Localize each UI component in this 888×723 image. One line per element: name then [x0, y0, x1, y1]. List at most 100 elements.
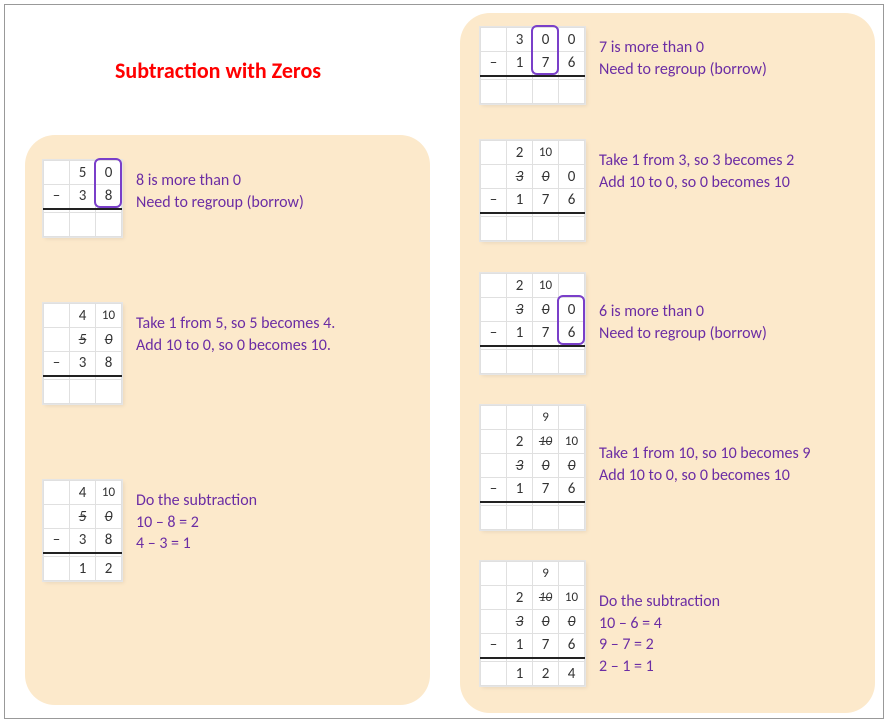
left-step-1-explain: 8 is more than 0 Need to regroup (borrow… — [136, 160, 304, 213]
cell — [559, 350, 585, 374]
cell: – — [481, 478, 507, 502]
cell: 1 — [507, 52, 533, 76]
cell: 8 — [96, 185, 122, 209]
cell — [44, 304, 70, 328]
cell: 4 — [559, 662, 585, 686]
cell — [481, 662, 507, 686]
left-step-2-explain: Take 1 from 5, so 5 becomes 4. Add 10 to… — [136, 303, 335, 356]
right-step-2-explain: Take 1 from 3, so 3 becomes 2 Add 10 to … — [599, 140, 794, 193]
cell — [559, 217, 585, 241]
cell — [507, 562, 533, 586]
cell: – — [481, 189, 507, 213]
cell: 1 — [507, 189, 533, 213]
cell: 3 — [70, 185, 96, 209]
cell: 0 — [533, 28, 559, 52]
cell: 0 — [559, 28, 585, 52]
cell — [44, 328, 70, 352]
page-frame: Subtraction with Zeros 50 –38 8 is more … — [4, 4, 884, 719]
cell: – — [44, 185, 70, 209]
cell — [507, 350, 533, 374]
cell: – — [44, 529, 70, 553]
cell: 0 — [96, 161, 122, 185]
cell: 6 — [559, 189, 585, 213]
cell — [70, 213, 96, 237]
left-step-2: 410 50 –38 Take 1 from 5, so 5 becomes 4… — [43, 303, 335, 404]
cell: 9 — [533, 562, 559, 586]
right-step-1-explain: 7 is more than 0 Need to regroup (borrow… — [599, 27, 767, 80]
cell: 7 — [533, 634, 559, 658]
right-step-2: 210 300 –176 Take 1 from 3, so 3 becomes… — [480, 140, 794, 241]
cell: 5 — [70, 505, 96, 529]
cell: – — [44, 352, 70, 376]
cell — [481, 454, 507, 478]
cell — [507, 80, 533, 104]
cell: 10 — [96, 304, 122, 328]
cell: 6 — [559, 322, 585, 346]
right-step-1-grid-wrap: 300 –176 — [480, 27, 585, 104]
cell: 0 — [96, 328, 122, 352]
cell: 7 — [533, 322, 559, 346]
cell — [481, 430, 507, 454]
cell — [559, 406, 585, 430]
cell: 2 — [96, 557, 122, 581]
cell: 10 — [559, 430, 585, 454]
right-step-4: 9 21010 300 –176 Take 1 from 10, so 10 b… — [480, 405, 810, 530]
cell — [559, 274, 585, 298]
cell — [481, 298, 507, 322]
cell — [70, 380, 96, 404]
cell — [507, 217, 533, 241]
cell — [96, 213, 122, 237]
cell — [559, 506, 585, 530]
left-step-3-grid: 410 50 –38 12 — [43, 480, 122, 581]
cell: 4 — [70, 481, 96, 505]
cell: 3 — [507, 28, 533, 52]
right-step-4-grid: 9 21010 300 –176 — [480, 405, 585, 530]
left-step-3-explain: Do the subtraction 10 – 8 = 2 4 – 3 = 1 — [136, 480, 257, 555]
cell — [481, 80, 507, 104]
cell: 0 — [533, 610, 559, 634]
cell: 6 — [559, 634, 585, 658]
cell: 3 — [507, 165, 533, 189]
cell: 8 — [96, 352, 122, 376]
cell: 10 — [533, 430, 559, 454]
cell: 1 — [70, 557, 96, 581]
cell: 5 — [70, 161, 96, 185]
cell: – — [481, 322, 507, 346]
cell: 8 — [96, 529, 122, 553]
cell: 3 — [507, 454, 533, 478]
left-step-1: 50 –38 8 is more than 0 Need to regroup … — [43, 160, 304, 237]
cell — [559, 141, 585, 165]
right-step-4-explain: Take 1 from 10, so 10 becomes 9 Add 10 t… — [599, 405, 810, 486]
cell: 3 — [70, 529, 96, 553]
cell — [44, 161, 70, 185]
cell: 9 — [533, 406, 559, 430]
cell: 3 — [507, 610, 533, 634]
cell: 0 — [559, 454, 585, 478]
cell: – — [481, 52, 507, 76]
cell — [481, 217, 507, 241]
right-step-2-grid: 210 300 –176 — [480, 140, 585, 241]
cell: 0 — [533, 298, 559, 322]
cell — [481, 28, 507, 52]
cell — [44, 557, 70, 581]
cell — [481, 610, 507, 634]
left-step-3: 410 50 –38 12 Do the subtraction 10 – 8 … — [43, 480, 257, 581]
cell: 0 — [533, 165, 559, 189]
cell: 5 — [70, 328, 96, 352]
cell: 10 — [533, 141, 559, 165]
cell — [507, 506, 533, 530]
cell — [44, 213, 70, 237]
cell: 2 — [533, 662, 559, 686]
cell — [559, 562, 585, 586]
cell — [507, 406, 533, 430]
left-step-1-grid: 50 –38 — [43, 160, 122, 237]
cell — [481, 141, 507, 165]
right-step-1-grid: 300 –176 — [480, 27, 585, 104]
cell: 0 — [533, 454, 559, 478]
right-step-3-explain: 6 is more than 0 Need to regroup (borrow… — [599, 273, 767, 344]
cell — [44, 380, 70, 404]
cell: 1 — [507, 662, 533, 686]
right-step-3-grid-wrap: 210 300 –176 — [480, 273, 585, 374]
cell: 6 — [559, 52, 585, 76]
cell: 1 — [507, 634, 533, 658]
